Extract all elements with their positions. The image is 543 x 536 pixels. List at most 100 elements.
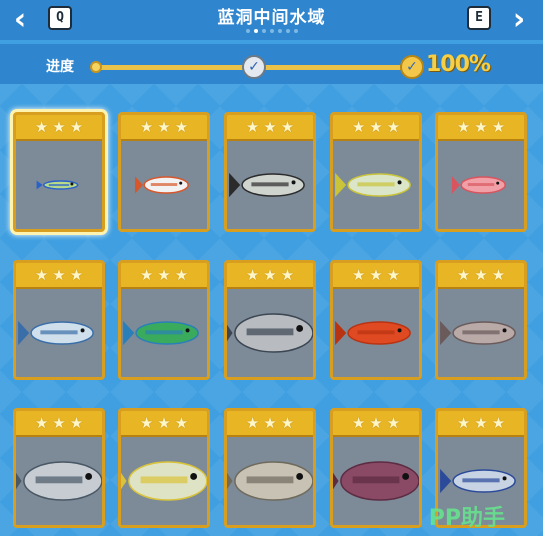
star-icon: ★: [280, 414, 295, 432]
yellowfin-fish-icon: [121, 437, 207, 525]
star-rating: ★ ★ ★: [333, 263, 419, 289]
star-icon: ★: [52, 266, 66, 284]
star-rating: ★ ★ ★: [16, 263, 102, 289]
star-icon: ★: [491, 266, 506, 284]
page-indicator: [0, 29, 543, 35]
star-icon: ★: [369, 414, 383, 432]
red-grouper-icon: [333, 289, 419, 377]
fish-card-grey-fish[interactable]: ★ ★ ★: [435, 260, 527, 380]
star-icon: ★: [69, 118, 84, 136]
star-icon: ★: [69, 414, 84, 432]
star-rating: ★ ★ ★: [227, 115, 313, 141]
page-dot: [253, 29, 258, 33]
star-icon: ★: [139, 118, 154, 136]
tiny-green-fish-icon: [16, 141, 102, 229]
star-icon: ★: [139, 414, 154, 432]
tuna-icon: [227, 289, 313, 377]
fish-card-green-parrotfish[interactable]: ★ ★ ★: [118, 260, 210, 380]
star-rating: ★ ★ ★: [16, 411, 102, 437]
star-rating: ★ ★ ★: [333, 411, 419, 437]
star-icon: ★: [474, 118, 488, 136]
page-dot: [285, 29, 290, 33]
star-icon: ★: [139, 266, 154, 284]
star-rating: ★ ★ ★: [121, 115, 207, 141]
fish-card-purple-grouper[interactable]: ★ ★ ★: [330, 408, 422, 528]
star-rating: ★ ★ ★: [438, 411, 524, 437]
progress-section: 进度 ✓ ✓ 100%: [0, 44, 543, 84]
star-rating: ★ ★ ★: [227, 411, 313, 437]
star-icon: ★: [369, 118, 383, 136]
star-rating: ★ ★ ★: [16, 115, 102, 141]
clownfish-icon: [121, 141, 207, 229]
star-icon: ★: [369, 266, 383, 284]
star-icon: ★: [474, 414, 488, 432]
star-icon: ★: [263, 266, 277, 284]
star-icon: ★: [34, 414, 49, 432]
page-dot: [261, 29, 266, 33]
check-icon: ✓: [242, 55, 266, 79]
striped-fish-icon: [227, 141, 313, 229]
fish-card-blue-mackerel[interactable]: ★ ★ ★: [13, 260, 105, 380]
star-icon: ★: [386, 414, 401, 432]
star-rating: ★ ★ ★: [227, 263, 313, 289]
check-icon: ✓: [400, 55, 424, 79]
fish-card-yellowtail-fish[interactable]: ★ ★ ★: [330, 112, 422, 232]
star-icon: ★: [157, 266, 171, 284]
page-dot: [245, 29, 250, 33]
area-title: 蓝洞中间水域: [217, 8, 326, 28]
star-icon: ★: [351, 118, 366, 136]
progress-start-knob: [90, 61, 102, 73]
fish-card-clownfish[interactable]: ★ ★ ★: [118, 112, 210, 232]
page-dot: [269, 29, 274, 33]
purple-grouper-icon: [333, 437, 419, 525]
yellowtail-fish-icon: [333, 141, 419, 229]
page-dot: [277, 29, 282, 33]
star-icon: ★: [174, 266, 189, 284]
star-icon: ★: [280, 266, 295, 284]
progress-label: 进度: [46, 59, 74, 75]
blue-mackerel-icon: [16, 289, 102, 377]
fish-card-pink-fish[interactable]: ★ ★ ★: [435, 112, 527, 232]
star-icon: ★: [491, 118, 506, 136]
next-key-hint[interactable]: E: [467, 6, 491, 30]
fish-card-striped-fish[interactable]: ★ ★ ★: [224, 112, 316, 232]
star-rating: ★ ★ ★: [438, 263, 524, 289]
star-icon: ★: [456, 266, 471, 284]
grey-fish-icon: [438, 289, 524, 377]
star-icon: ★: [52, 118, 66, 136]
star-icon: ★: [52, 414, 66, 432]
star-rating: ★ ★ ★: [121, 263, 207, 289]
star-icon: ★: [456, 414, 471, 432]
fish-card-red-grouper[interactable]: ★ ★ ★: [330, 260, 422, 380]
fish-card-yellowfin-fish[interactable]: ★ ★ ★: [118, 408, 210, 528]
squid-icon: [227, 437, 313, 525]
star-icon: ★: [34, 266, 49, 284]
star-rating: ★ ★ ★: [333, 115, 419, 141]
fish-card-tuna[interactable]: ★ ★ ★: [224, 260, 316, 380]
star-icon: ★: [174, 118, 189, 136]
fish-card-silver-tuna[interactable]: ★ ★ ★: [13, 408, 105, 528]
star-icon: ★: [280, 118, 295, 136]
star-icon: ★: [34, 118, 49, 136]
silver-tuna-icon: [16, 437, 102, 525]
pink-fish-icon: [438, 141, 524, 229]
star-icon: ★: [245, 414, 260, 432]
star-icon: ★: [263, 414, 277, 432]
star-rating: ★ ★ ★: [438, 115, 524, 141]
chevron-right-icon[interactable]: ›: [505, 4, 533, 36]
star-icon: ★: [69, 266, 84, 284]
star-icon: ★: [351, 414, 366, 432]
star-icon: ★: [245, 266, 260, 284]
star-icon: ★: [245, 118, 260, 136]
fish-card-squid[interactable]: ★ ★ ★: [224, 408, 316, 528]
star-icon: ★: [157, 414, 171, 432]
page-dot: [293, 29, 298, 33]
star-icon: ★: [157, 118, 171, 136]
watermark: PP助手: [428, 506, 505, 531]
star-icon: ★: [474, 266, 488, 284]
fish-card-tiny-green-fish[interactable]: ★ ★ ★: [13, 112, 105, 232]
star-icon: ★: [351, 266, 366, 284]
star-icon: ★: [491, 414, 506, 432]
top-bar: ‹ Q 蓝洞中间水域 E ›: [0, 0, 543, 40]
star-icon: ★: [174, 414, 189, 432]
